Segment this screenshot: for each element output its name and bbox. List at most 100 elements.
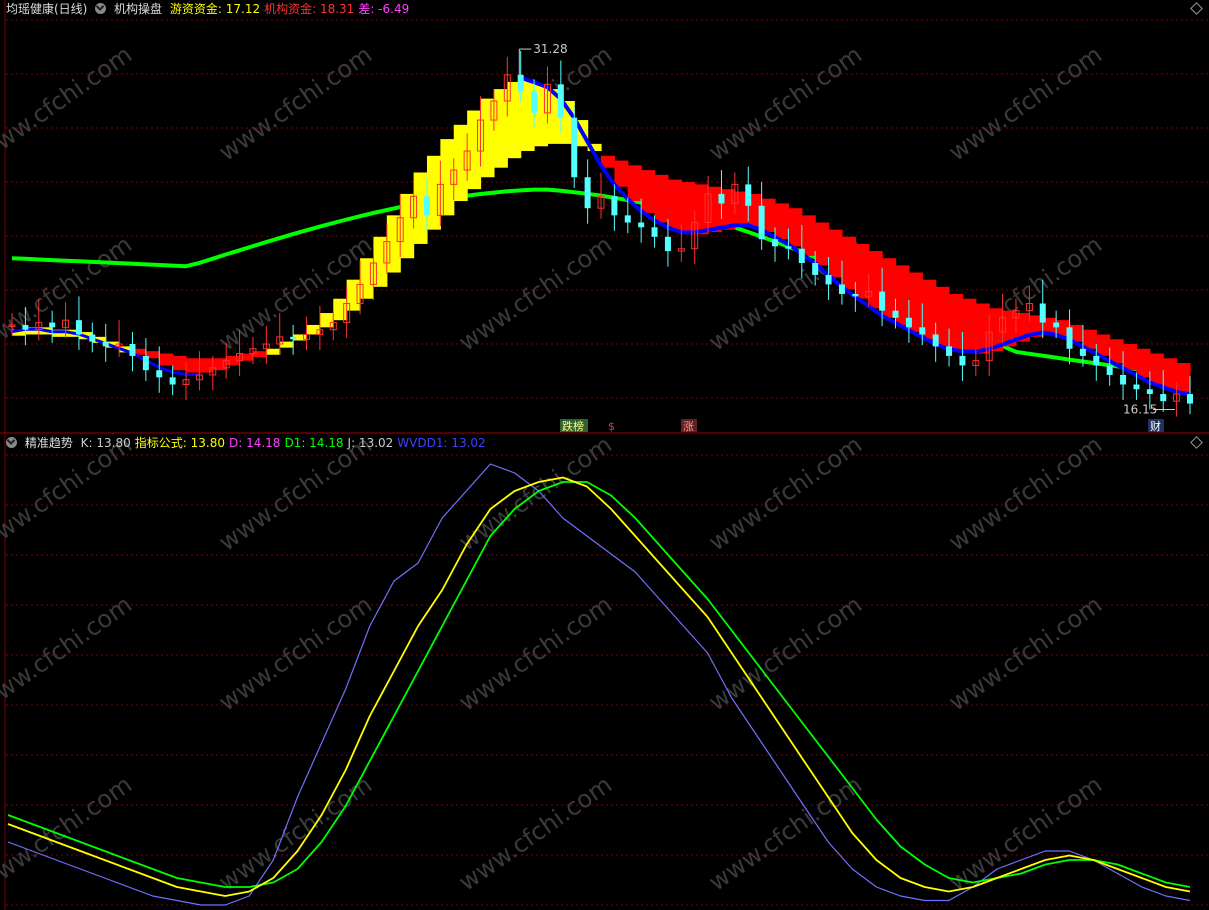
ribbon-segment [1096,334,1111,356]
ribbon-segment [199,358,214,373]
bottom-header-item-5: WVDD1: 13.02 [397,436,486,450]
ribbon-segment [360,258,375,299]
indicator-menu-icon[interactable] [6,437,17,448]
indicator-menu-icon[interactable] [95,3,107,14]
candle-body-down [651,227,658,237]
candle-body-down [946,346,953,356]
candle-body-down [49,322,56,328]
ribbon-segment [855,243,870,299]
top-header-item-0: 游资资金: 17.12 [169,2,261,16]
ribbon-segment [440,139,455,216]
candle-body-down [638,222,645,228]
candle-body-down [812,263,819,275]
watermark-text: www.cfchi.com [704,430,867,556]
watermark-text: www.cfchi.com [214,770,377,896]
candle-body-down [1106,365,1113,375]
candle-body-down [1120,374,1127,385]
watermark-text: www.cfchi.com [0,770,137,896]
top-panel-header: 均瑶健康(日线) 机构操盘 游资资金: 17.12 机构资金: 18.31 差: -… [6,0,417,18]
candle-body-down [1039,303,1046,323]
watermark-text: www.cfchi.com [454,590,617,716]
ribbon-segment [480,98,495,178]
ribbon-segment [373,236,388,287]
candle-body-down [531,91,538,113]
candle-body-down [75,320,82,335]
candle-body-down [1133,384,1140,390]
candle-body-down [825,274,832,285]
candle-body-down [905,317,912,328]
watermark-text: www.cfchi.com [704,590,867,716]
signal-label: 财 [1150,419,1161,433]
candle-body-down [879,291,886,311]
candle-body-down [798,248,805,263]
candle-body-down [22,324,29,330]
ribbon-segment [239,353,254,361]
bottom-header-item-2: D: 14.18 [228,436,281,450]
ribbon-segment [1123,344,1138,371]
ribbon-segment [212,358,227,371]
bottom-header-item-4: J: 13.02 [347,436,394,450]
watermark-text: www.cfchi.com [0,230,137,356]
candle-body-down [758,205,765,240]
ribbon-segment [319,313,334,328]
candle-body-down [624,215,631,223]
watermark-text: www.cfchi.com [944,770,1107,896]
bottom-header-item-0: K: 13.80 [80,436,131,450]
ribbon-segment [788,208,803,247]
candle-body-down [156,370,163,378]
stock-name: 均瑶健康(日线) [6,2,88,16]
ribbon-segment [186,358,201,373]
candle-body-down [1146,389,1153,395]
candle-body-down [169,377,176,385]
candle-body-down [892,310,899,318]
candle-body-down [290,336,297,340]
candle-body-down [89,334,96,342]
ribbon-segment [614,160,629,187]
low-price-label: 16.15 [1123,403,1157,417]
watermark-text: www.cfchi.com [704,40,867,166]
candle-body-down [785,246,792,249]
candle-body-down [1053,322,1060,328]
ribbon-segment [828,229,843,278]
bottom-indicator-values: K: 13.80 指标公式: 13.80 D: 14.18 D1: 14.18 J: 1… [81,436,490,450]
high-price-label: 31.28 [533,42,567,56]
ribbon-segment [426,155,441,230]
ribbon-segment [159,353,174,366]
ribbon-segment [467,110,482,190]
candle-body-down [517,74,524,92]
candle-body-down [838,284,845,294]
candle-body-down [718,193,725,204]
candle-body-down [1066,327,1073,349]
candle-body-down [423,196,430,216]
ribbon-segment [815,222,830,266]
ribbon-segment [654,174,669,223]
candle-body-down [142,355,149,371]
candle-body-down [1093,355,1100,366]
candle-body-down [772,239,779,247]
ribbon-segment [1176,363,1191,395]
candle-body-down [1079,348,1086,356]
top-indicator-name: 机构操盘 [114,2,163,16]
candle-body-down [557,84,564,118]
ribbon-segment [266,348,281,355]
chart-canvas: www.cfchi.com www.cfchi.com www.cfchi.com w… [0,0,1209,910]
watermark-text: www.cfchi.com [0,40,137,166]
candle-body-down [571,117,578,178]
top-header-item-2: 差: -6.49 [358,2,410,16]
watermark-text: www.cfchi.com [944,590,1107,716]
ribbon-segment [681,182,696,235]
signal-label: $ [608,420,615,433]
candle-body-down [129,344,136,356]
candle-body-down [1160,394,1167,402]
watermark-text: www.cfchi.com [704,770,867,896]
ribbon-segment [252,351,267,358]
ribbon-segment [1163,358,1178,390]
ribbon-segment [386,215,401,273]
ribbon-segment [1149,353,1164,385]
ribbon-segment [975,303,990,354]
candle-body-down [852,293,859,297]
candle-body-down [959,355,966,366]
ribbon-segment [333,298,348,321]
candle-body-down [664,236,671,252]
ribbon-segment [453,124,468,202]
